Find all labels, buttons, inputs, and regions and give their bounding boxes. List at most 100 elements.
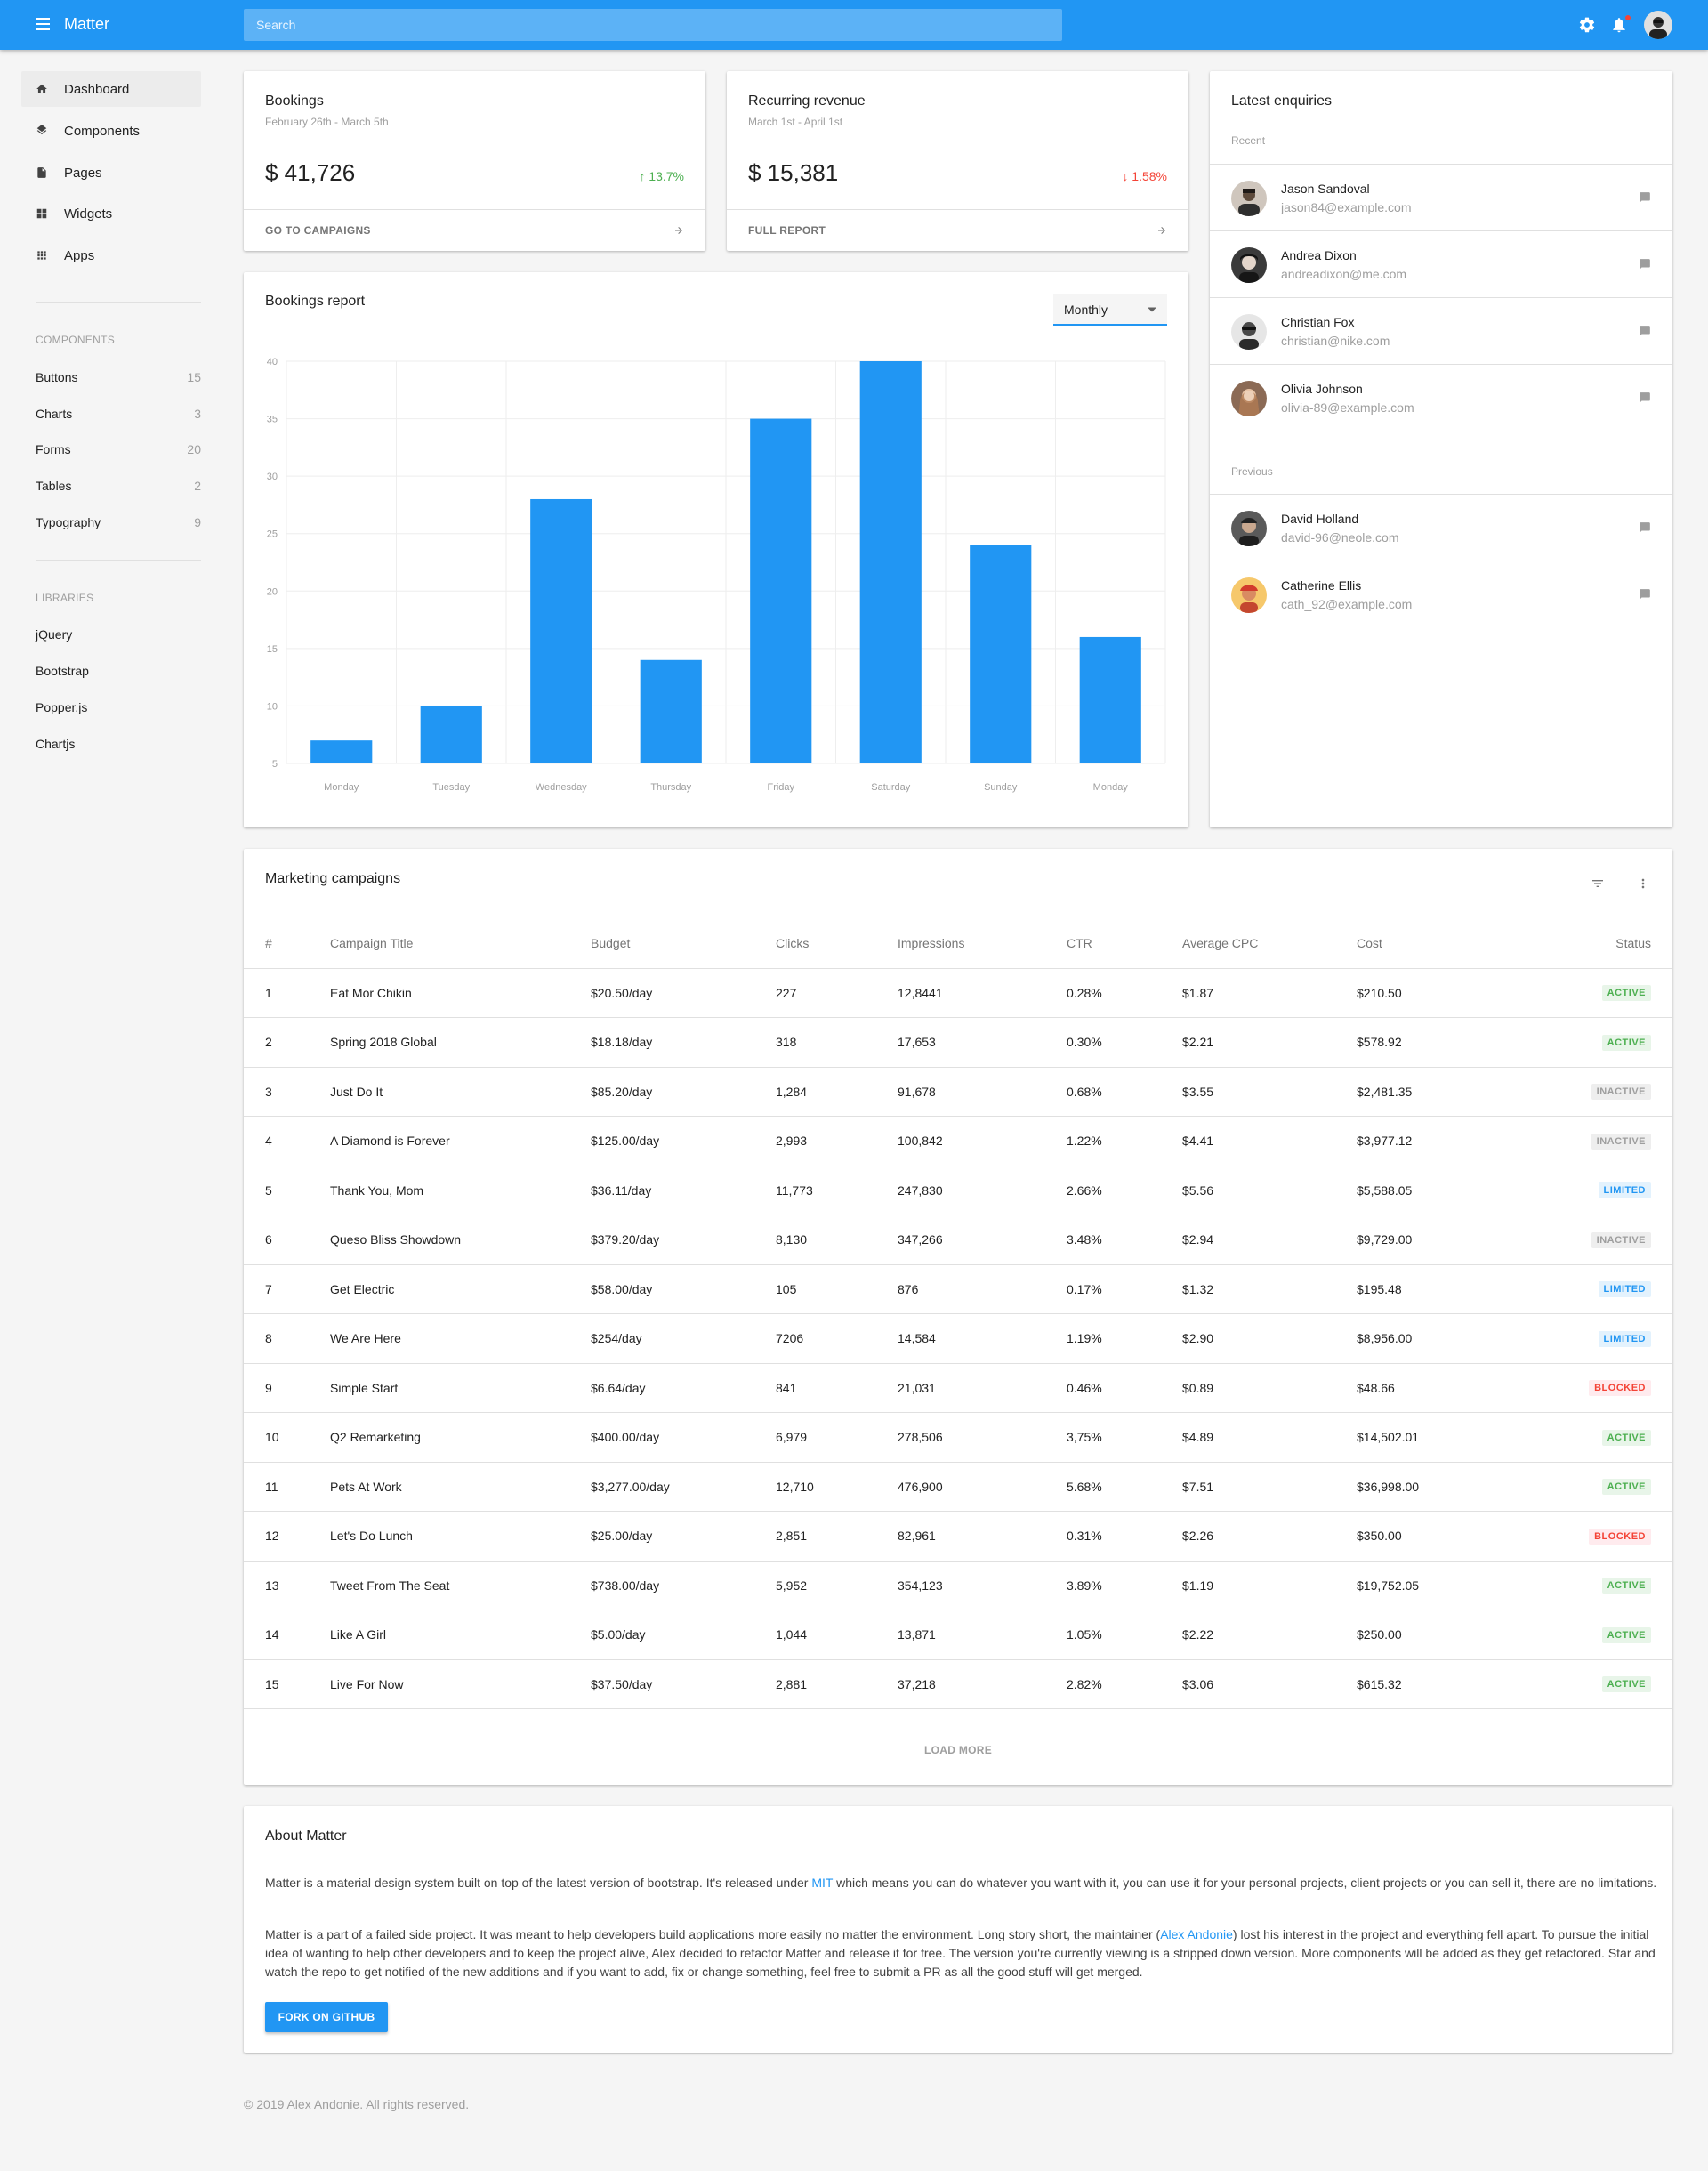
mit-license-link[interactable]: MIT [811, 1876, 833, 1890]
table-row[interactable]: 3 Just Do It $85.20/day 1,284 91,678 0.68% $3.… [244, 1067, 1672, 1117]
load-more-button[interactable]: LOAD MORE [244, 1715, 1672, 1785]
table-row[interactable]: 6 Queso Bliss Showdown $379.20/day 8,130 347… [244, 1215, 1672, 1265]
enquiries-title: Latest enquiries [1231, 93, 1332, 109]
x-tick-label: Monday [324, 782, 359, 793]
table-cell: 0.17% [1067, 1264, 1182, 1314]
more-vert-icon[interactable] [1636, 876, 1650, 891]
sidebar-link-tables[interactable]: Tables 2 [36, 479, 201, 493]
table-row[interactable]: 12 Let's Do Lunch $25.00/day 2,851 82,961 0.3… [244, 1511, 1672, 1562]
enquiry-item[interactable]: Jason Sandoval jason84@example.com [1210, 164, 1672, 230]
table-cell: 12 [244, 1511, 330, 1562]
sidebar-link-popperjs[interactable]: Popper.js [36, 700, 201, 714]
sidebar-link-jquery[interactable]: jQuery [36, 627, 201, 642]
bookings-footer[interactable]: GO TO CAMPAIGNS [244, 209, 705, 251]
sidebar-link-bootstrap[interactable]: Bootstrap [36, 664, 201, 678]
message-icon[interactable] [1639, 391, 1651, 404]
table-cell: 0.46% [1067, 1363, 1182, 1413]
sidebar-link-typography[interactable]: Typography 9 [36, 515, 201, 529]
bar[interactable] [970, 545, 1032, 763]
column-header[interactable]: Clicks [776, 918, 898, 969]
table-row[interactable]: 13 Tweet From The Seat $738.00/day 5,952 354… [244, 1561, 1672, 1610]
table-row[interactable]: 4A Diamond is Forever $125.00/day 2,993 100… [244, 1116, 1672, 1166]
bar[interactable] [530, 498, 592, 763]
column-header[interactable]: # [244, 918, 330, 969]
sidebar-item-apps[interactable]: Apps [21, 238, 201, 273]
arrow-right-icon[interactable] [673, 225, 684, 236]
message-icon[interactable] [1639, 191, 1651, 204]
column-header[interactable]: Cost [1357, 918, 1561, 969]
sidebar-link-forms[interactable]: Forms 20 [36, 442, 201, 456]
arrow-right-icon[interactable] [1156, 225, 1167, 236]
table-cell: 227 [776, 968, 898, 1018]
sidebar-link-chartjs[interactable]: Chartjs [36, 737, 201, 751]
table-row[interactable]: 5 Thank You, Mom $36.11/day 11,773 247,830 2.… [244, 1166, 1672, 1215]
table-cell: 5.68% [1067, 1462, 1182, 1512]
go-to-campaigns-link[interactable]: GO TO CAMPAIGNS [265, 224, 371, 237]
status-cell: INACTIVE [1561, 1215, 1672, 1265]
filter-icon[interactable] [1591, 876, 1605, 891]
enquiry-item[interactable]: Catherine Ellis cath_92@example.com [1210, 561, 1672, 627]
message-icon[interactable] [1639, 325, 1651, 337]
sidebar-link-charts[interactable]: Charts 3 [36, 407, 201, 421]
fork-on-github-button[interactable]: FORK ON GITHUB [265, 2002, 388, 2032]
sidebar-item-label: Dashboard [64, 81, 130, 97]
enquiry-item[interactable]: David Holland david-96@neole.com [1210, 494, 1672, 561]
table-row[interactable]: 9 Simple Start $6.64/day 841 21,031 0.46% $0.8… [244, 1363, 1672, 1413]
full-report-link[interactable]: FULL REPORT [748, 224, 826, 237]
bar[interactable] [640, 659, 702, 763]
sidebar-item-dashboard[interactable]: Dashboard [21, 71, 201, 107]
revenue-footer[interactable]: FULL REPORT [727, 209, 1188, 251]
table-row[interactable]: 14 Like A Girl $5.00/day 1,044 13,871 1.05% $2… [244, 1610, 1672, 1660]
table-row[interactable]: 7 Get Electric $58.00/day 105 876 0.17% $1.32 $… [244, 1264, 1672, 1314]
table-cell: $0.89 [1182, 1363, 1357, 1413]
table-cell: 5 [244, 1166, 330, 1215]
message-icon[interactable] [1639, 521, 1651, 534]
bar[interactable] [1079, 636, 1141, 763]
table-cell: 5,952 [776, 1561, 898, 1610]
sidebar-item-widgets[interactable]: Widgets [21, 196, 201, 231]
bar[interactable] [859, 361, 922, 763]
table-row[interactable]: 2 Spring 2018 Global $18.18/day 318 17,653 0.… [244, 1017, 1672, 1068]
revenue-delta: ↓ 1.58% [1122, 169, 1167, 183]
table-cell: 13,871 [898, 1610, 1067, 1660]
table-row[interactable]: 8 We Are Here $254/day 7206 14,584 1.19% $2.90… [244, 1313, 1672, 1364]
column-header[interactable]: Impressions [898, 918, 1067, 969]
sidebar-divider [36, 302, 201, 303]
column-header[interactable]: Status [1561, 918, 1672, 969]
x-tick-label: Thursday [650, 782, 691, 793]
table-row[interactable]: 11 Pets At Work $3,277.00/day 12,710 476,900… [244, 1462, 1672, 1512]
table-row[interactable]: 10 Q2 Remarketing $400.00/day 6,979 278,506 3… [244, 1412, 1672, 1463]
footer-copyright: © 2019 Alex Andonie. All rights reserved… [244, 2097, 470, 2111]
table-cell: 4 [244, 1116, 330, 1166]
sidebar-item-pages[interactable]: Pages [21, 155, 201, 190]
table-row[interactable]: 1 Eat Mor Chikin $20.50/day 227 12,8441 0.28%… [244, 968, 1672, 1018]
y-tick-label: 40 [267, 357, 278, 367]
table-row[interactable]: 15 Live For Now $37.50/day 2,881 37,218 2.82%… [244, 1659, 1672, 1709]
menu-icon[interactable] [36, 18, 50, 32]
author-link[interactable]: Alex Andonie [1160, 1927, 1233, 1941]
enquiry-item[interactable]: Andrea Dixon andreadixon@me.com [1210, 230, 1672, 297]
table-cell: $250.00 [1357, 1610, 1561, 1660]
message-icon[interactable] [1639, 588, 1651, 601]
message-icon[interactable] [1639, 258, 1651, 270]
bar[interactable] [310, 740, 373, 763]
bar[interactable] [420, 706, 482, 763]
column-header[interactable]: CTR [1067, 918, 1182, 969]
enquiry-email: cath_92@example.com [1281, 597, 1413, 611]
enquiry-name: Catherine Ellis [1281, 578, 1362, 593]
gear-icon[interactable] [1578, 16, 1596, 34]
sidebar-link-buttons[interactable]: Buttons 15 [36, 370, 201, 384]
about-card: About Matter Matter is a material design… [244, 1806, 1672, 2053]
bar[interactable] [750, 418, 812, 763]
column-header[interactable]: Average CPC [1182, 918, 1357, 969]
search-input[interactable] [244, 9, 1062, 41]
user-avatar[interactable] [1644, 11, 1672, 39]
enquiry-item[interactable]: Olivia Johnson olivia-89@example.com [1210, 364, 1672, 431]
column-header[interactable]: Campaign Title [330, 918, 591, 969]
table-cell: $2.90 [1182, 1313, 1357, 1364]
table-cell: Just Do It [330, 1067, 591, 1117]
column-header[interactable]: Budget [591, 918, 776, 969]
enquiry-item[interactable]: Christian Fox christian@nike.com [1210, 297, 1672, 364]
sidebar-item-components[interactable]: Components [21, 113, 201, 149]
revenue-card: Recurring revenue March 1st - April 1st … [727, 71, 1188, 251]
